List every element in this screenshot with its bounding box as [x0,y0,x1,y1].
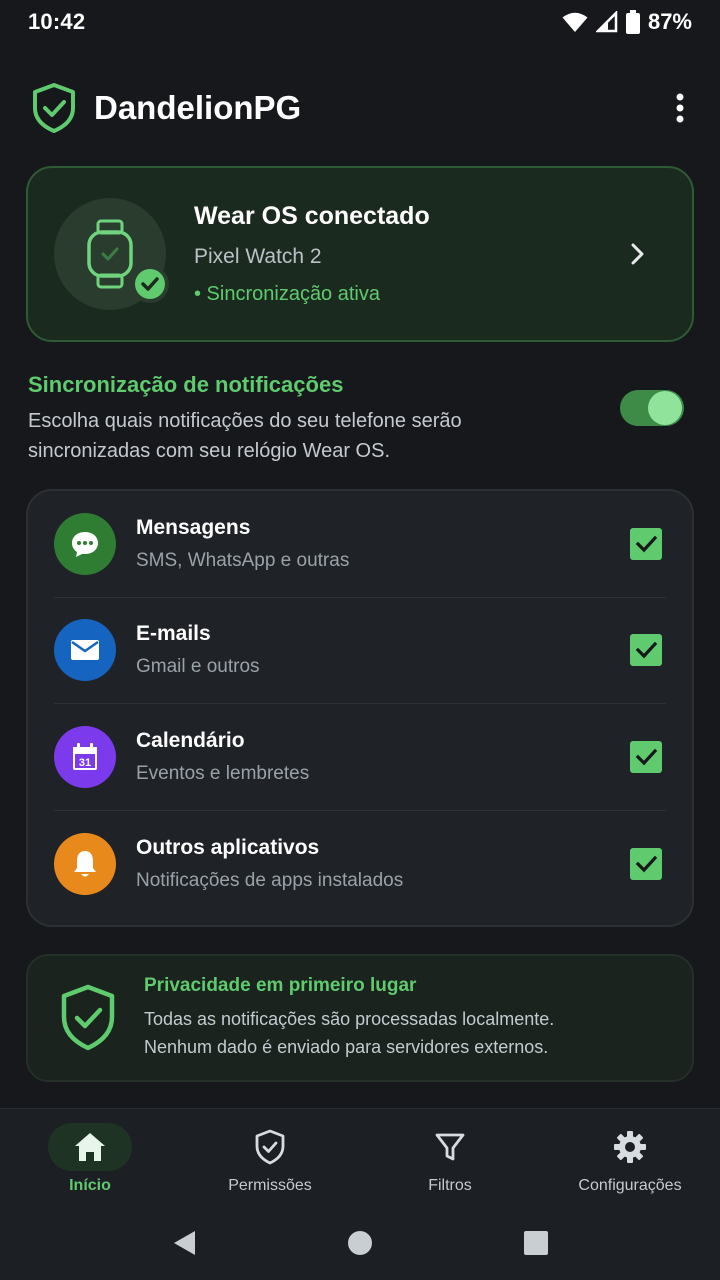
app-bar: DandelionPG [0,72,720,144]
device-info: Wear OS conectado Pixel Watch 2 • Sincro… [194,202,622,306]
category-title: Outros aplicativos [136,835,320,859]
cell-signal-icon [595,11,618,33]
category-row-emails[interactable]: E-mails Gmail e outros [54,598,666,704]
shield-check-icon [61,984,115,1051]
app-title: DandelionPG [94,89,302,126]
category-icon-container [54,832,116,895]
svg-text:31: 31 [79,757,91,769]
category-checkbox[interactable] [630,634,662,667]
chevron-right-icon [631,243,644,265]
check-icon [635,641,658,659]
nav-label: Filtros [428,1177,472,1194]
back-icon[interactable] [171,1229,197,1257]
battery-percent: 87% [647,9,692,34]
check-icon [635,535,658,553]
category-text: E-mails Gmail e outros [136,622,630,678]
device-model: Pixel Watch 2 [194,245,322,268]
category-title: E-mails [136,622,211,646]
privacy-card: Privacidade em primeiro lugar Todas as n… [26,954,694,1082]
shield-check-icon [33,83,75,133]
nav-label: Início [69,1177,111,1194]
privacy-line-2: Nenhum dado é enviado para servidores ex… [144,1037,549,1057]
filter-icon [435,1133,465,1161]
home-icon [75,1133,105,1161]
more-menu-button[interactable] [660,88,700,128]
connected-check-icon [131,265,169,303]
category-list: Mensagens SMS, WhatsApp e outras E-mails… [26,489,694,927]
category-row-messages[interactable]: Mensagens SMS, WhatsApp e outras [54,491,666,598]
bell-icon [74,850,96,877]
home-circle-icon[interactable] [347,1230,373,1256]
category-row-calendar[interactable]: 31 Calendário Eventos e lembretes [54,704,666,811]
category-subtitle: SMS, WhatsApp e outras [136,549,350,571]
status-bar: 10:42 87% [0,0,720,44]
category-text: Outros aplicativos Notificações de apps … [136,836,630,892]
category-icon-container [54,512,116,575]
calendar-icon: 31 [73,742,97,770]
device-icon-container [54,198,169,310]
category-checkbox[interactable] [630,847,662,880]
system-navigation-bar [0,1206,720,1280]
category-icon-container [54,619,116,682]
category-icon-container: 31 [54,725,116,788]
category-checkbox[interactable] [630,527,662,560]
privacy-line-1: Todas as notificações são processadas lo… [144,1009,555,1029]
nav-icon-container [408,1123,492,1171]
recents-icon[interactable] [523,1230,549,1256]
nav-item-settings[interactable]: Configurações [540,1109,720,1206]
nav-label: Permissões [228,1177,312,1194]
status-icons: 87% [562,9,692,35]
category-text: Mensagens SMS, WhatsApp e outras [136,516,630,572]
category-checkbox[interactable] [630,740,662,773]
category-row-other-apps[interactable]: Outros aplicativos Notificações de apps … [54,811,666,918]
nav-label: Configurações [578,1177,682,1194]
status-time: 10:42 [28,9,86,34]
gear-icon [614,1131,646,1163]
sync-title: Sincronização de notificações [28,372,344,397]
device-title: Wear OS conectado [194,202,430,230]
sync-description: Escolha quais notificações do seu telefo… [28,410,462,462]
nav-icon-container [228,1123,312,1171]
category-subtitle: Gmail e outros [136,656,260,678]
category-text: Calendário Eventos e lembretes [136,729,630,785]
nav-active-indicator [48,1123,132,1171]
sync-toggle[interactable] [620,390,684,426]
privacy-text: Privacidade em primeiro lugar Todas as n… [144,975,554,1061]
privacy-title: Privacidade em primeiro lugar [144,975,417,996]
shield-check-icon [255,1129,285,1165]
mail-icon [71,640,99,661]
smartwatch-icon [87,219,133,289]
bottom-navigation: Início Permissões Filtros Configurações [0,1108,720,1206]
device-card[interactable]: Wear OS conectado Pixel Watch 2 • Sincro… [26,166,694,342]
chat-bubble-icon [72,531,98,557]
device-sync-status: • Sincronização ativa [194,283,380,305]
nav-item-permissions[interactable]: Permissões [180,1109,360,1206]
check-icon [635,855,658,873]
category-subtitle: Eventos e lembretes [136,762,310,784]
wifi-icon [562,12,588,32]
sync-section: Sincronização de notificações Escolha qu… [28,372,692,466]
category-title: Mensagens [136,515,251,539]
category-subtitle: Notificações de apps instalados [136,869,404,891]
nav-item-home[interactable]: Início [0,1109,180,1206]
check-icon [635,748,658,766]
sync-toggle-knob [648,391,682,425]
more-vert-icon [676,93,684,123]
nav-item-filters[interactable]: Filtros [360,1109,540,1206]
category-title: Calendário [136,728,245,752]
nav-icon-container [588,1123,672,1171]
battery-icon [625,10,640,34]
